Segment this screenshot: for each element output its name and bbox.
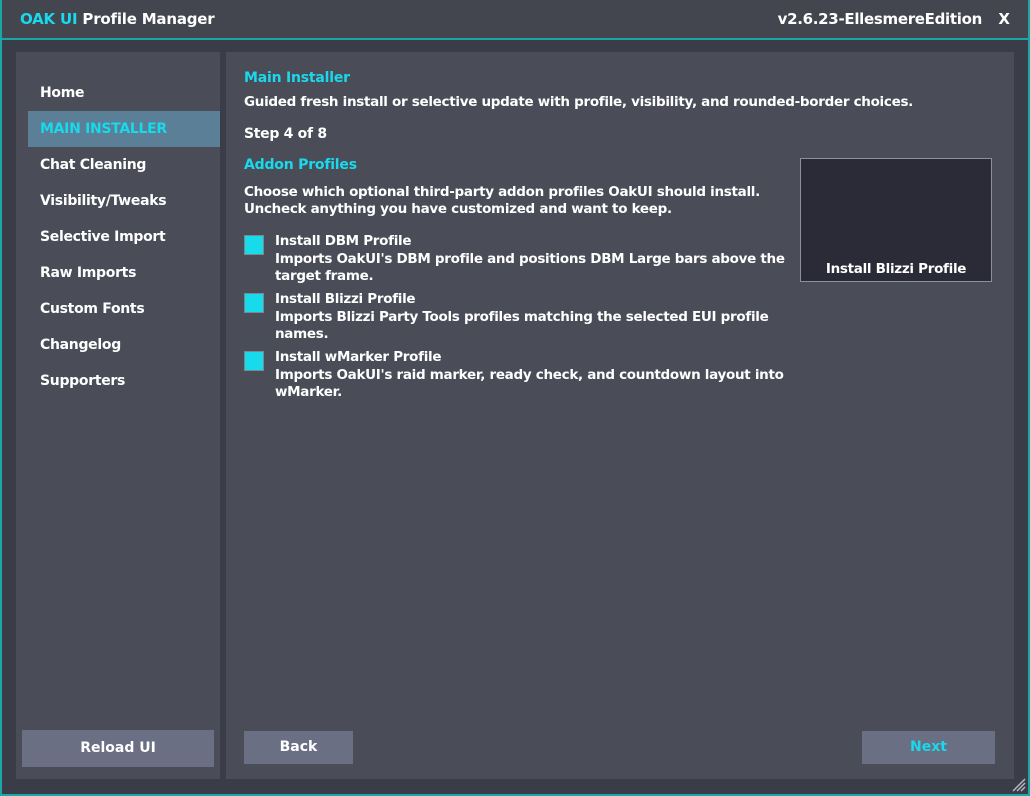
option-description: Imports OakUI's raid marker, ready check… (275, 367, 784, 400)
sidebar: Home MAIN INSTALLER Chat Cleaning Visibi… (16, 52, 220, 779)
blizzi-profile-checkbox[interactable] (244, 293, 264, 313)
sidebar-item-home[interactable]: Home (28, 75, 220, 111)
sidebar-item-visibility-tweaks[interactable]: Visibility/Tweaks (28, 183, 220, 219)
sidebar-item-supporters[interactable]: Supporters (28, 363, 220, 399)
page-description: Guided fresh install or selective update… (244, 94, 914, 110)
title-bar[interactable]: OAK UI Profile Manager v2.6.23-Ellesmere… (2, 0, 1028, 40)
next-button[interactable]: Next (862, 731, 995, 764)
close-icon[interactable]: X (998, 10, 1010, 28)
option-label[interactable]: Install DBM Profile (275, 233, 412, 249)
option-label[interactable]: Install Blizzi Profile (275, 291, 416, 307)
section-title: Addon Profiles (244, 157, 357, 173)
sidebar-item-selective-import[interactable]: Selective Import (28, 219, 220, 255)
title-text: Profile Manager (77, 10, 215, 28)
resize-grip-icon[interactable] (1010, 776, 1026, 792)
profile-manager-window: OAK UI Profile Manager v2.6.23-Ellesmere… (0, 0, 1030, 796)
option-description: Imports OakUI's DBM profile and position… (275, 251, 785, 284)
sidebar-item-changelog[interactable]: Changelog (28, 327, 220, 363)
reload-ui-button[interactable]: Reload UI (22, 730, 214, 767)
title-brand: OAK UI (20, 10, 78, 28)
back-button[interactable]: Back (244, 731, 353, 764)
profile-preview: Install Blizzi Profile (800, 158, 992, 282)
option-description: Imports Blizzi Party Tools profiles matc… (275, 309, 769, 342)
page-title: Main Installer (244, 70, 350, 86)
wmarker-profile-checkbox[interactable] (244, 351, 264, 371)
section-description: Choose which optional third-party addon … (244, 184, 760, 217)
sidebar-item-main-installer[interactable]: MAIN INSTALLER (28, 111, 220, 147)
version-label: v2.6.23-EllesmereEdition (777, 10, 983, 28)
sidebar-item-custom-fonts[interactable]: Custom Fonts (28, 291, 220, 327)
sidebar-item-raw-imports[interactable]: Raw Imports (28, 255, 220, 291)
sidebar-item-chat-cleaning[interactable]: Chat Cleaning (28, 147, 220, 183)
preview-label: Install Blizzi Profile (825, 261, 967, 277)
window-title: OAK UI Profile Manager (20, 10, 215, 28)
main-panel: Main Installer Guided fresh install or s… (226, 52, 1014, 779)
dbm-profile-checkbox[interactable] (244, 235, 264, 255)
option-label[interactable]: Install wMarker Profile (275, 349, 442, 365)
step-indicator: Step 4 of 8 (244, 126, 327, 142)
